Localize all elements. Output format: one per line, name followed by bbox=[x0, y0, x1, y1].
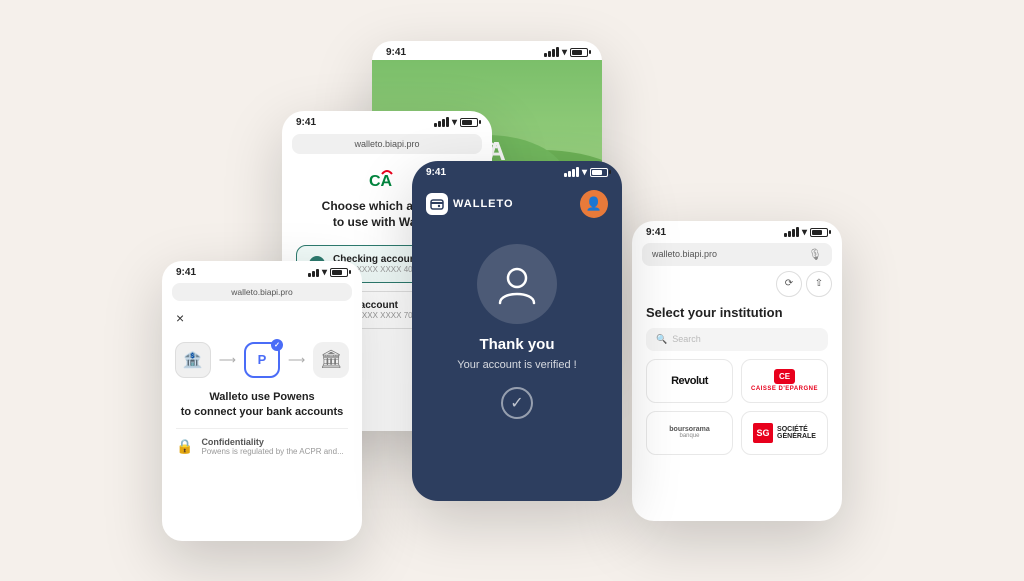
flow-powens-badge: ✓ bbox=[271, 339, 283, 351]
search-icon: 🔍 bbox=[656, 334, 667, 345]
institution-url-text: walleto.biapi.pro bbox=[652, 249, 804, 259]
wifi-icon4: ▾ bbox=[322, 267, 327, 278]
walleto-verified-check-icon: ✓ bbox=[501, 387, 533, 419]
walleto-status: 9:41 ▾ bbox=[412, 161, 622, 180]
sg-red-block: SG bbox=[753, 423, 773, 443]
signal-bars-icon2 bbox=[434, 117, 449, 127]
verified-circle bbox=[477, 244, 557, 324]
flow-wallet-icon: 🏦 bbox=[175, 342, 211, 378]
institution-url-bar[interactable]: walleto.biapi.pro 🎙 bbox=[642, 243, 832, 266]
ce-logo: CE CAISSE D'EPARGNE bbox=[751, 369, 818, 392]
signal-bars-icon bbox=[544, 47, 559, 57]
sg-logo: SG SOCIÉTÉGÉNÉRALE bbox=[753, 423, 816, 443]
wifi-icon2: ▾ bbox=[452, 117, 457, 128]
ca-landscape-status-icons: ▾ bbox=[544, 47, 588, 58]
revolut-label: Revolut bbox=[671, 375, 708, 387]
flow-arrow1-icon: ⟶ bbox=[219, 353, 236, 367]
account-status-icons: ▾ bbox=[434, 117, 478, 128]
institution-title: Select your institution bbox=[632, 299, 842, 328]
walleto-thank-you: Thank you bbox=[479, 336, 554, 353]
ce-label: CAISSE D'EPARGNE bbox=[751, 386, 818, 392]
walleto-icon-box bbox=[426, 193, 448, 215]
battery-icon bbox=[570, 48, 588, 57]
svg-text:CA: CA bbox=[369, 173, 393, 190]
powens-title-line1: Walleto use Powens bbox=[209, 391, 314, 403]
powens-flow: 🏦 ⟶ P ✓ ⟶ 🏛 bbox=[162, 332, 362, 388]
boursorama-logo: boursorama banque bbox=[669, 426, 709, 439]
revolut-card[interactable]: Revolut bbox=[646, 359, 733, 403]
institution-status: 9:41 ▾ bbox=[632, 221, 842, 240]
confidentiality-sub: Powens is regulated by the ACPR and... bbox=[201, 447, 343, 456]
mic-icon: 🎙 bbox=[808, 248, 822, 261]
walleto-time: 9:41 bbox=[426, 167, 446, 178]
flow-powens-box: P ✓ bbox=[244, 342, 280, 378]
powens-time: 9:41 bbox=[176, 267, 196, 278]
boursorama-sub: banque bbox=[679, 433, 699, 439]
confidentiality-info: Confidentiality Powens is regulated by t… bbox=[201, 437, 343, 456]
revolut-logo: Revolut bbox=[671, 375, 708, 387]
ca-landscape-status: 9:41 ▾ bbox=[372, 41, 602, 60]
phone-walleto: 9:41 ▾ bbox=[412, 161, 622, 501]
wifi-icon5: ▾ bbox=[802, 227, 807, 238]
walleto-logo: WALLETO bbox=[426, 193, 514, 215]
signal-bars-icon4 bbox=[308, 267, 319, 277]
powens-title: Walleto use Powens to connect your bank … bbox=[162, 388, 362, 429]
account-status: 9:41 ▾ bbox=[282, 111, 492, 130]
lock-icon: 🔒 bbox=[176, 438, 193, 455]
wifi-icon: ▾ bbox=[562, 47, 567, 58]
boursorama-card[interactable]: boursorama banque bbox=[646, 411, 733, 455]
powens-close-button[interactable]: × bbox=[162, 304, 362, 332]
battery-icon4 bbox=[330, 268, 348, 277]
battery-icon2 bbox=[460, 118, 478, 127]
institution-grid: Revolut CE CAISSE D'EPARGNE boursorama b… bbox=[632, 359, 842, 455]
phone-institution: 9:41 ▾ walleto.biapi.pro 🎙 ⟳ bbox=[632, 221, 842, 521]
institution-time: 9:41 bbox=[646, 227, 666, 238]
powens-url-text: walleto.biapi.pro bbox=[231, 287, 292, 297]
boursorama-label: boursorama bbox=[669, 426, 709, 433]
walleto-verified-subtitle: Your account is verified ! bbox=[457, 359, 576, 371]
flow-arrow2-icon: ⟶ bbox=[288, 353, 305, 367]
account-time: 9:41 bbox=[296, 117, 316, 128]
walleto-status-icons: ▾ bbox=[564, 167, 608, 178]
powens-divider bbox=[176, 428, 348, 429]
institution-status-icons: ▾ bbox=[784, 227, 828, 238]
signal-bars-icon3 bbox=[564, 167, 579, 177]
walleto-verified-content: Thank you Your account is verified ! ✓ bbox=[412, 224, 622, 429]
ce-card[interactable]: CE CAISSE D'EPARGNE bbox=[741, 359, 828, 403]
walleto-name: WALLETO bbox=[453, 198, 514, 210]
powens-status-icons: ▾ bbox=[308, 267, 348, 278]
flow-bank-icon: 🏛 bbox=[313, 342, 349, 378]
wifi-icon3: ▾ bbox=[582, 167, 587, 178]
sg-card[interactable]: SG SOCIÉTÉGÉNÉRALE bbox=[741, 411, 828, 455]
close-icon: × bbox=[176, 310, 184, 326]
sg-label: SOCIÉTÉGÉNÉRALE bbox=[777, 426, 816, 440]
ce-red-box: CE bbox=[774, 369, 795, 384]
toolbar-btn1[interactable]: ⟳ bbox=[776, 271, 802, 297]
battery-icon3 bbox=[590, 168, 608, 177]
confidentiality-label: Confidentiality bbox=[201, 437, 343, 447]
account-url-bar[interactable]: walleto.biapi.pro bbox=[292, 134, 482, 154]
powens-status: 9:41 ▾ bbox=[162, 261, 362, 280]
powens-confidentiality: 🔒 Confidentiality Powens is regulated by… bbox=[162, 437, 362, 456]
toolbar-btn2[interactable]: ⇧ bbox=[806, 271, 832, 297]
walleto-header: WALLETO 👤 bbox=[412, 180, 622, 224]
phone-powens: 9:41 ▾ walleto.biapi.pro × 🏦 ⟶ bbox=[162, 261, 362, 541]
walleto-avatar: 👤 bbox=[580, 190, 608, 218]
institution-toolbar: ⟳ ⇧ bbox=[632, 269, 842, 299]
scene: 9:41 ▾ bbox=[82, 21, 942, 561]
signal-bars-icon5 bbox=[784, 227, 799, 237]
battery-icon5 bbox=[810, 228, 828, 237]
powens-url-bar[interactable]: walleto.biapi.pro bbox=[172, 283, 352, 301]
institution-search-bar[interactable]: 🔍 Search bbox=[646, 328, 828, 351]
account-url-text: walleto.biapi.pro bbox=[354, 139, 419, 149]
institution-search-placeholder: Search bbox=[672, 334, 701, 344]
toolbar-icons: ⟳ ⇧ bbox=[776, 271, 832, 297]
ca-landscape-time: 9:41 bbox=[386, 47, 406, 58]
powens-title-line2: to connect your bank accounts bbox=[181, 406, 344, 418]
